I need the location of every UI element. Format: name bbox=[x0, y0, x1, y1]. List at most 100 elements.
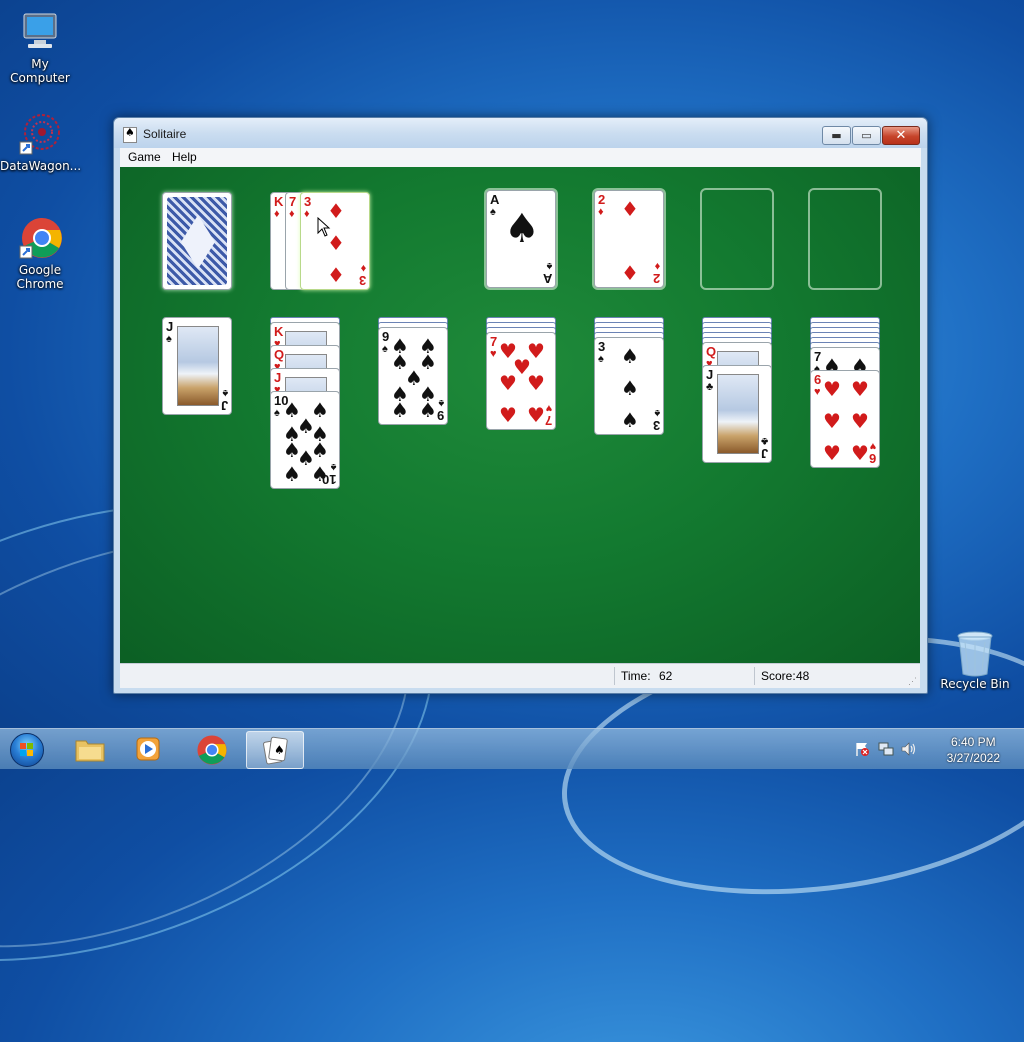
card-suit: ♠ bbox=[222, 387, 228, 399]
card-corner-bottom: 3 ♠ bbox=[653, 406, 660, 433]
card-pip: ♠ bbox=[621, 344, 639, 368]
status-bar: Time: 62 Score: 48 ⋰ bbox=[120, 663, 920, 688]
maximize-button[interactable]: ▭ bbox=[852, 126, 881, 145]
clock-time: 6:40 PM bbox=[950, 735, 996, 749]
card-rank: 7 bbox=[814, 349, 822, 364]
card-suit: ♠ bbox=[438, 397, 444, 409]
start-orb-icon bbox=[10, 733, 44, 767]
foundation-slot-empty[interactable] bbox=[808, 188, 882, 290]
playing-card[interactable]: J ♠ J ♠ bbox=[162, 317, 232, 415]
chrome-icon bbox=[197, 735, 227, 765]
card-suit: ♠ bbox=[166, 333, 172, 345]
playing-card[interactable]: 10 ♠ 10 ♠ ♠ ♠ ♠ ♠ ♠ ♠ ♠ ♠ ♠ ♠ bbox=[270, 391, 340, 489]
playing-card[interactable]: A ♠ A ♠ ♠ bbox=[486, 190, 556, 288]
card-corner-bottom: 9 ♠ bbox=[436, 396, 444, 423]
svg-text:♠: ♠ bbox=[274, 743, 285, 757]
card-rank: J bbox=[706, 367, 714, 382]
network-icon[interactable] bbox=[878, 741, 894, 757]
playing-card[interactable]: J ♣ J ♣ bbox=[702, 365, 772, 463]
playing-card[interactable]: 2 ♦ 2 ♦ ♦ ♦ bbox=[594, 190, 664, 288]
title-bar[interactable]: Solitaire ▬ ▭ ✕ bbox=[114, 118, 927, 148]
card-pip: ♠ bbox=[621, 376, 639, 400]
score-label: Score: bbox=[761, 669, 796, 683]
menu-game[interactable]: Game bbox=[128, 150, 161, 164]
system-tray: 6:40 PM 3/27/2022 bbox=[854, 729, 1024, 769]
card-rank: 2 bbox=[652, 271, 660, 286]
close-icon: ✕ bbox=[895, 128, 907, 143]
desktop-icon-my-computer[interactable]: My Computer bbox=[0, 10, 80, 85]
card-rank: 9 bbox=[382, 329, 390, 344]
playing-card[interactable]: 3 ♦ 3 ♦ ♦ ♦ ♦ bbox=[300, 192, 370, 290]
desktop-icon-datawagon[interactable]: DataWagon... bbox=[0, 112, 81, 173]
datawagon-icon bbox=[18, 112, 62, 156]
card-suit: ♦ bbox=[360, 262, 366, 274]
media-player-icon bbox=[136, 737, 160, 761]
card-pip: ♠ bbox=[391, 398, 409, 422]
desktop-icon-google-chrome[interactable]: Google Chrome bbox=[0, 216, 80, 291]
folder-icon bbox=[75, 740, 105, 762]
taskbar-chrome-button[interactable] bbox=[184, 731, 240, 767]
card-pip: ♥ bbox=[851, 409, 869, 433]
resize-grip-icon[interactable]: ⋰ bbox=[908, 676, 917, 687]
card-corner-bottom: 7 ♥ bbox=[545, 401, 552, 428]
playing-card[interactable]: 7 ♥ 7 ♥ ♥ ♥ ♥ ♥ ♥ ♥ ♥ bbox=[486, 332, 556, 430]
card-suit: ♠ bbox=[490, 206, 496, 218]
foundation-slot-empty[interactable] bbox=[700, 188, 774, 290]
card-corner-top: J ♠ bbox=[166, 320, 173, 346]
game-board: K♦K♦7♦7♦♦♦♦♦♦♦♦3♦3♦♦♦♦ A♠A♠♠2♦2♦♦♦ J♠J♠K… bbox=[120, 167, 920, 663]
playing-card[interactable]: 6 ♥ 6 ♥ ♥ ♥ ♥ ♥ ♥ ♥ bbox=[810, 370, 880, 468]
card-suit: ♦ bbox=[654, 260, 660, 272]
card-rank: 6 bbox=[814, 372, 822, 387]
card-rank: J bbox=[760, 446, 768, 461]
menu-help[interactable]: Help bbox=[172, 150, 197, 164]
card-rank: 6 bbox=[868, 451, 876, 466]
desktop-icon-recycle-bin[interactable]: Recycle Bin bbox=[935, 630, 1015, 691]
card-rank: Q bbox=[706, 344, 717, 359]
card-corner-top: J ♣ bbox=[706, 368, 713, 394]
card-corner-top: A ♠ bbox=[490, 193, 499, 219]
card-pip: ♥ bbox=[851, 377, 869, 401]
clock-date: 3/27/2022 bbox=[946, 751, 1000, 765]
card-pip: ♥ bbox=[823, 441, 841, 465]
card-suit: ♥ bbox=[869, 440, 876, 452]
card-rank: 3 bbox=[358, 273, 366, 288]
card-rank: K bbox=[274, 194, 284, 209]
playing-card[interactable]: 3 ♠ 3 ♠ ♠ ♠ ♠ bbox=[594, 337, 664, 435]
start-button[interactable] bbox=[4, 730, 48, 768]
status-separator bbox=[754, 667, 755, 685]
card-suit: ♦ bbox=[304, 208, 310, 220]
maximize-icon: ▭ bbox=[861, 129, 872, 142]
card-rank: 9 bbox=[436, 408, 444, 423]
card-rank: J bbox=[166, 319, 174, 334]
card-corner-top: K ♦ bbox=[274, 195, 283, 221]
card-corner-top: 7 ♥ bbox=[490, 335, 497, 361]
taskbar-media-player-button[interactable] bbox=[120, 731, 176, 767]
card-pip: ♦ bbox=[327, 263, 345, 287]
system-clock[interactable]: 6:40 PM 3/27/2022 bbox=[947, 734, 1000, 766]
taskbar-solitaire-button[interactable]: ♠ bbox=[246, 731, 304, 769]
menu-bar: Game Help bbox=[120, 148, 921, 168]
card-rank: J bbox=[274, 370, 282, 385]
taskbar-explorer-button[interactable] bbox=[62, 731, 118, 767]
card-suit: ♣ bbox=[706, 381, 714, 393]
card-rank: 3 bbox=[304, 194, 312, 209]
card-suit: ♦ bbox=[289, 208, 295, 220]
card-corner-bottom: J ♣ bbox=[760, 434, 768, 461]
card-pip: ♥ bbox=[823, 377, 841, 401]
card-rank: 7 bbox=[490, 334, 498, 349]
card-corner-bottom: 2 ♦ bbox=[652, 259, 660, 286]
time-value: 62 bbox=[659, 669, 673, 683]
stock-pile[interactable] bbox=[162, 192, 232, 290]
card-pip: ♥ bbox=[527, 403, 545, 427]
recycle-bin-icon bbox=[953, 630, 997, 677]
minimize-button[interactable]: ▬ bbox=[822, 126, 851, 145]
close-button[interactable]: ✕ bbox=[882, 126, 920, 145]
card-corner-bottom: J ♠ bbox=[221, 386, 228, 413]
mouse-cursor-icon bbox=[317, 217, 331, 237]
playing-card[interactable]: 9 ♠ 9 ♠ ♠ ♠ ♠ ♠ ♠ ♠ ♠ ♠ ♠ bbox=[378, 327, 448, 425]
card-suit: ♥ bbox=[490, 348, 497, 360]
card-suit: ♥ bbox=[814, 386, 821, 398]
volume-icon[interactable] bbox=[900, 741, 918, 757]
desktop-icon-label: Google Chrome bbox=[16, 263, 64, 291]
action-center-flag-icon[interactable] bbox=[854, 741, 870, 757]
